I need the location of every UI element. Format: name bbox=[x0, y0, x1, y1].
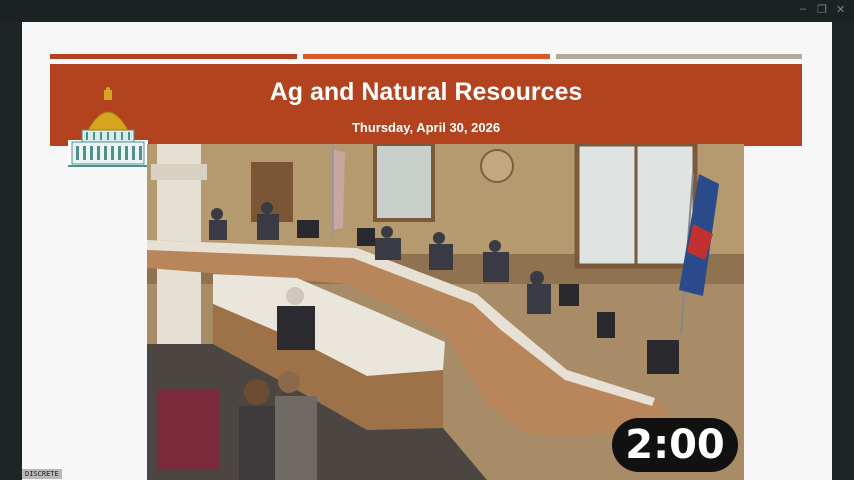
capitol-dome-icon bbox=[68, 87, 148, 167]
restore-icon[interactable]: ❐ bbox=[817, 3, 827, 16]
accent-stripe-2 bbox=[303, 54, 550, 59]
minimize-icon[interactable]: – bbox=[800, 3, 806, 15]
close-icon[interactable]: ✕ bbox=[836, 3, 845, 16]
slide-date: Thursday, April 30, 2026 bbox=[351, 120, 501, 135]
accent-stripe-1 bbox=[50, 54, 297, 59]
window-title-bar: – ❐ ✕ bbox=[0, 0, 854, 22]
title-banner: Ag and Natural Resources Thursday, April… bbox=[50, 64, 802, 146]
countdown-timer: 2:00 bbox=[612, 418, 738, 472]
accent-stripe-3 bbox=[556, 54, 802, 59]
status-badge: DISCRETE bbox=[22, 469, 62, 479]
slide-title: Ag and Natural Resources bbox=[269, 78, 583, 106]
